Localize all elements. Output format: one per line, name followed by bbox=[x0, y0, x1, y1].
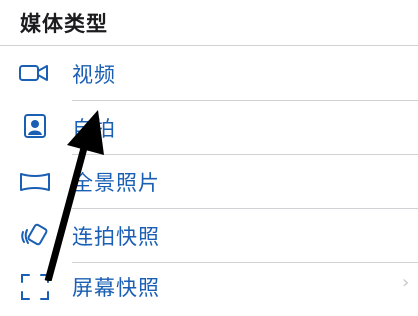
list-item-bursts[interactable]: 连拍快照 bbox=[0, 208, 418, 262]
burst-icon bbox=[21, 223, 48, 246]
selfie-portrait-icon bbox=[24, 114, 46, 138]
list-item-label: 连拍快照 bbox=[72, 225, 160, 249]
list-item-label: 全景照片 bbox=[72, 171, 160, 195]
screenshot-icon bbox=[21, 274, 49, 300]
list-item-videos[interactable]: 视频 bbox=[0, 46, 418, 100]
list-item-panoramas[interactable]: 全景照片 bbox=[0, 154, 418, 208]
video-camera-icon bbox=[19, 65, 48, 81]
list-item-selfies[interactable]: 自拍 bbox=[0, 100, 418, 154]
section-title: 媒体类型 bbox=[20, 12, 108, 36]
chevron-right-icon: › bbox=[402, 272, 410, 293]
list-item-label: 自拍 bbox=[72, 117, 116, 141]
list-item-screenshots[interactable]: 屏幕快照 › bbox=[0, 262, 418, 316]
list-item-label: 屏幕快照 bbox=[72, 276, 160, 300]
panorama-icon bbox=[20, 173, 50, 191]
list-item-label: 视频 bbox=[72, 63, 116, 87]
